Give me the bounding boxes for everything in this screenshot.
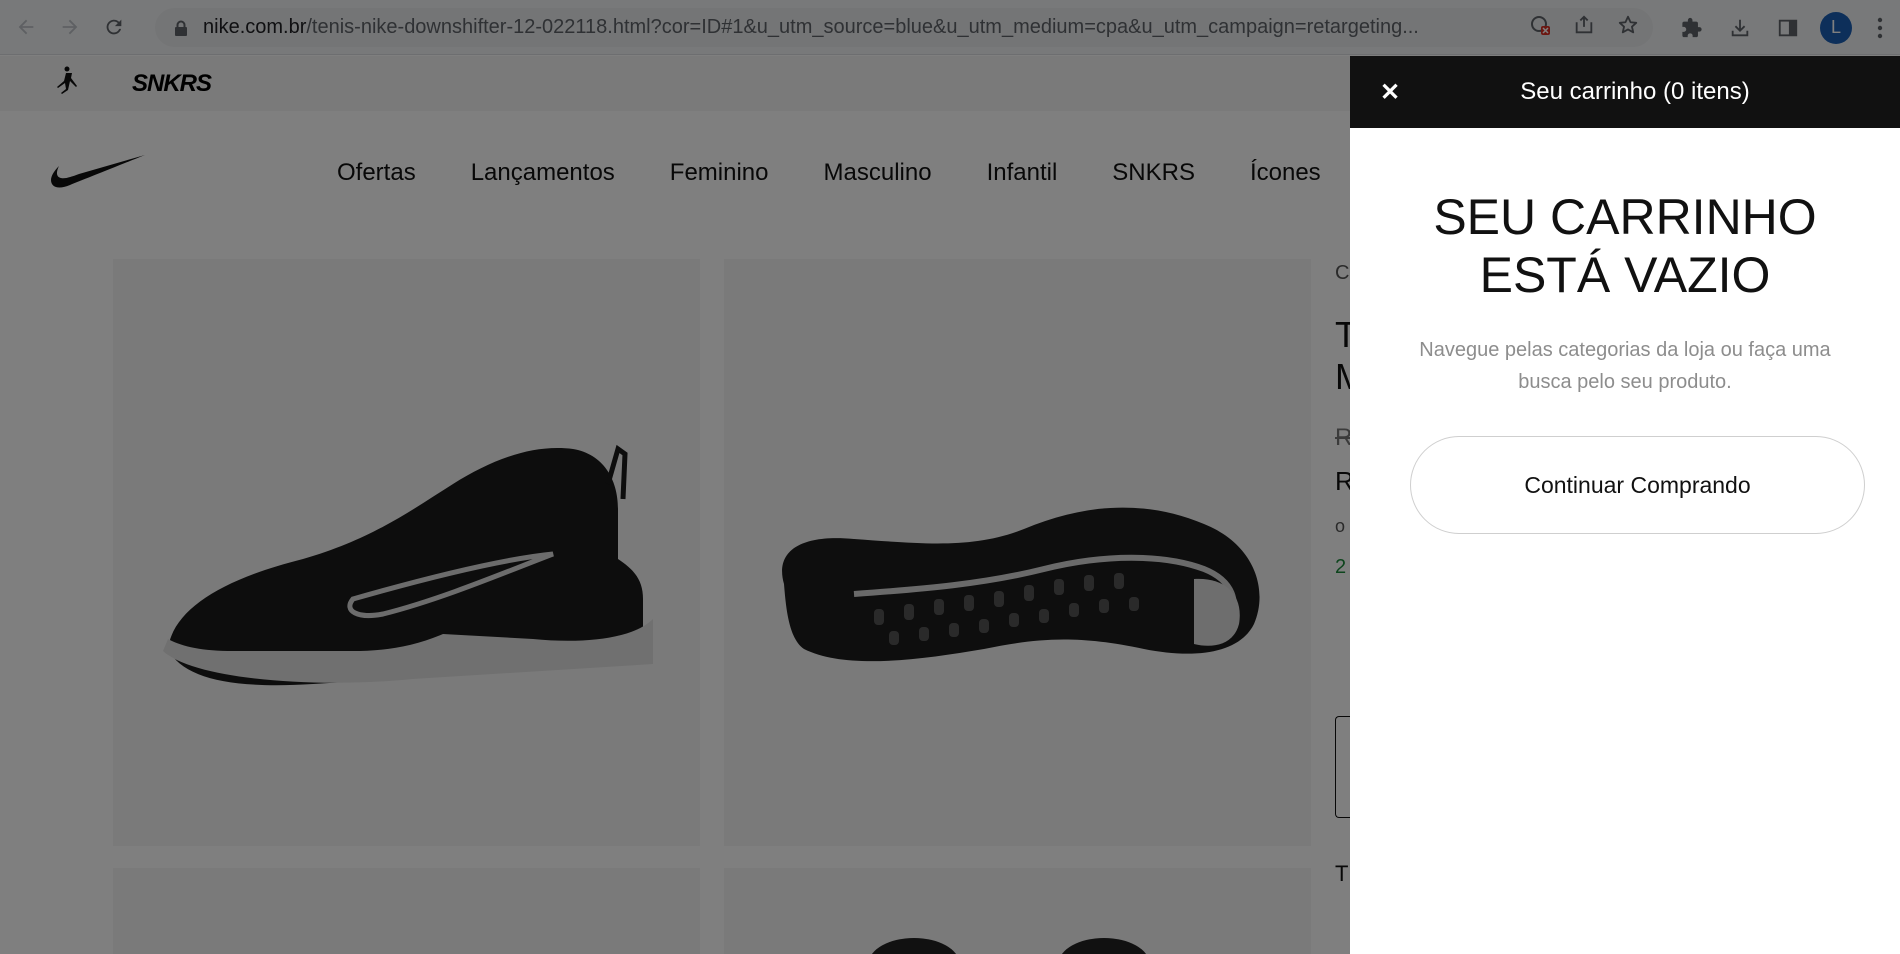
- empty-cart-heading: SEU CARRINHO ESTÁ VAZIO: [1433, 189, 1817, 303]
- empty-cart-description: Navegue pelas categorias da loja ou faça…: [1419, 339, 1831, 393]
- cart-drawer: ✕ Seu carrinho (0 itens) SEU CARRINHO ES…: [1350, 56, 1900, 954]
- continue-shopping-button[interactable]: Continuar Comprando: [1410, 436, 1865, 534]
- close-icon[interactable]: ✕: [1378, 79, 1402, 106]
- cart-title: Seu carrinho (0 itens): [1520, 78, 1750, 105]
- cart-header: ✕ Seu carrinho (0 itens): [1350, 56, 1900, 128]
